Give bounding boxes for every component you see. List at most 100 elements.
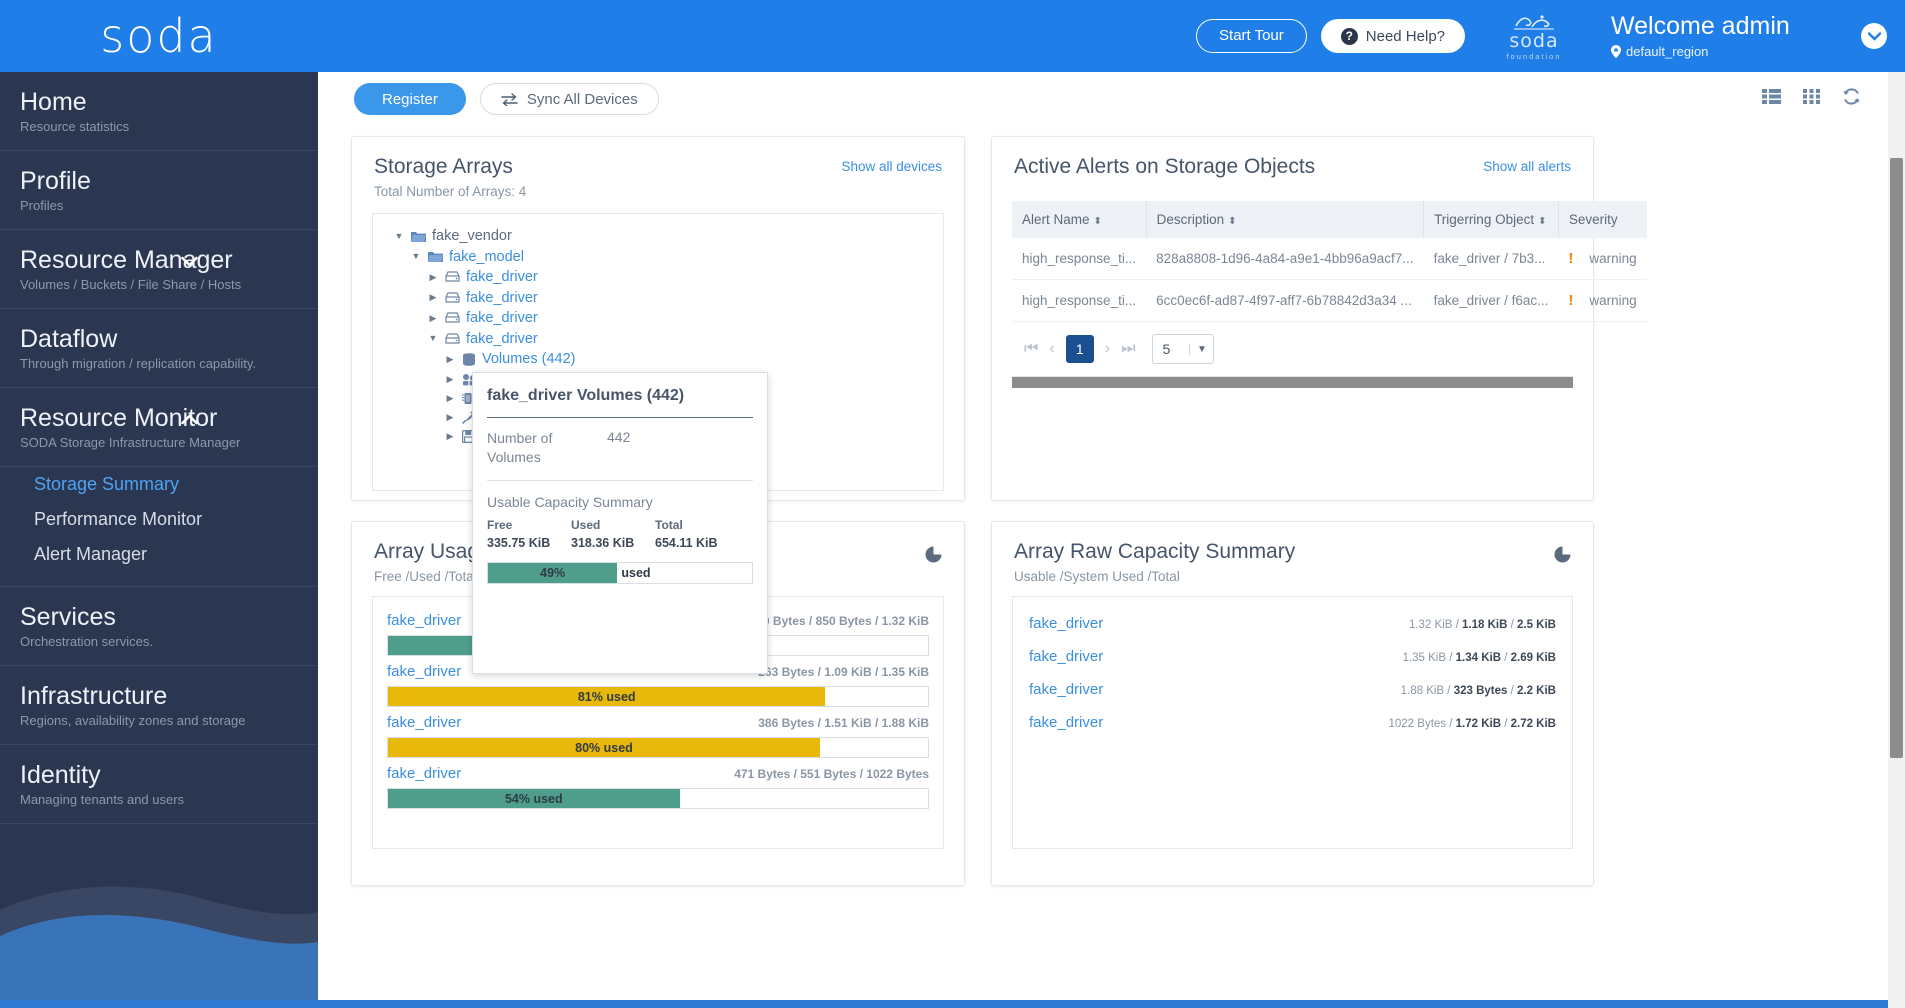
bottom-accent-strip bbox=[0, 1000, 1905, 1008]
alert-object-cell[interactable]: fake_driver / 7b3... bbox=[1423, 238, 1559, 280]
tooltip-used-label: Used bbox=[571, 517, 601, 532]
alert-object-cell[interactable]: fake_driver / f6ac... bbox=[1423, 279, 1559, 322]
raw-array-name[interactable]: fake_driver bbox=[1029, 681, 1401, 698]
tree-expand-icon[interactable]: ▶ bbox=[444, 412, 456, 422]
tree-node-label[interactable]: Volumes (442) bbox=[482, 352, 576, 367]
user-menu-chevron-down-icon[interactable] bbox=[1861, 23, 1887, 49]
need-help-button[interactable]: ? Need Help? bbox=[1320, 19, 1465, 53]
tree-node[interactable]: ▶ fake_driver bbox=[383, 308, 933, 329]
alerts-column-header[interactable]: Description ⬍ bbox=[1146, 201, 1425, 238]
sidebar-item-identity[interactable]: Identity Managing tenants and users bbox=[0, 745, 318, 824]
folder-open-icon bbox=[428, 250, 443, 263]
sync-all-devices-button[interactable]: Sync All Devices bbox=[479, 83, 659, 115]
tree-expand-icon[interactable]: ▶ bbox=[444, 393, 456, 403]
sidebar-item-performance-monitor[interactable]: Performance Monitor bbox=[0, 502, 318, 537]
raw-array-name[interactable]: fake_driver bbox=[1029, 714, 1389, 731]
tree-node-label[interactable]: fake_driver bbox=[466, 311, 538, 326]
tree-node-label[interactable]: fake_driver bbox=[466, 290, 538, 306]
usage-progress-bar: 54% used bbox=[387, 788, 929, 809]
array-icon bbox=[445, 271, 460, 283]
pie-chart-icon[interactable] bbox=[1554, 546, 1571, 568]
sidebar-item-dataflow[interactable]: Dataflow Through migration / replication … bbox=[0, 309, 318, 388]
sidebar-item-infrastructure[interactable]: Infrastructure Regions, availability zone… bbox=[0, 666, 318, 745]
usage-array-name[interactable]: fake_driver bbox=[387, 765, 734, 782]
tree-node[interactable]: ▼ fake_model bbox=[383, 247, 933, 268]
status-badge: warning bbox=[1589, 293, 1637, 308]
table-row[interactable]: high_response_ti... 6cc0ec6f-ad87-4f97-af… bbox=[1012, 279, 1647, 322]
tree-node-label[interactable]: fake_driver bbox=[466, 331, 538, 347]
sidebar-item-resource-manager[interactable]: Resource Manager Volumes / Buckets / File… bbox=[0, 230, 318, 309]
sidebar-item-alert-manager[interactable]: Alert Manager bbox=[0, 537, 318, 572]
page-size-select[interactable]: 5 ▼ bbox=[1152, 334, 1215, 364]
raw-capacity-row: fake_driver 1.35 KiB / 1.34 KiB / 2.69 Ki… bbox=[1029, 640, 1556, 673]
tree-node-label[interactable]: fake_model bbox=[449, 249, 524, 265]
tree-expand-icon[interactable]: ▶ bbox=[427, 313, 439, 323]
brand-logo[interactable]: soda bbox=[0, 9, 318, 63]
alerts-column-header[interactable]: Trigerring Object ⬍ bbox=[1423, 201, 1559, 238]
sidebar-item-services[interactable]: Services Orchestration services. bbox=[0, 587, 318, 666]
sidebar-items-list: Home Resource statistics Profile Profiles Re… bbox=[0, 72, 318, 824]
chevron-down-icon[interactable] bbox=[181, 254, 198, 271]
tree-collapse-icon[interactable]: ▼ bbox=[427, 334, 439, 343]
alert-name-cell[interactable]: high_response_ti... bbox=[1012, 279, 1147, 322]
tree-node[interactable]: ▶ fake_driver bbox=[383, 288, 933, 309]
table-row[interactable]: high_response_ti... 828a8808-1d96-4a84-a9… bbox=[1012, 238, 1647, 280]
alert-name-cell[interactable]: high_response_ti... bbox=[1012, 238, 1147, 280]
tree-expand-icon[interactable]: ▶ bbox=[444, 354, 456, 364]
tree-collapse-icon[interactable]: ▼ bbox=[393, 231, 405, 241]
tooltip-free-value: 335.75 KiB bbox=[487, 535, 551, 550]
tree-expand-icon[interactable]: ▶ bbox=[444, 374, 456, 384]
tree-collapse-icon[interactable]: ▼ bbox=[410, 252, 422, 261]
view-controls bbox=[1762, 88, 1905, 110]
tooltip-used-block: Used 318.36 KiB bbox=[571, 518, 655, 550]
alerts-table-wrapper: Alert Name ⬍ Description ⬍ Trigerring Object… bbox=[1012, 201, 1647, 388]
start-tour-button[interactable]: Start Tour bbox=[1196, 19, 1307, 53]
sidebar-item-label: Home bbox=[20, 88, 87, 116]
next-page-icon[interactable]: › bbox=[1105, 340, 1110, 358]
tree-node[interactable]: ▶ fake_driver bbox=[383, 267, 933, 288]
sort-icon[interactable]: ⬍ bbox=[1094, 216, 1102, 227]
tooltip-total-block: Total 654.11 KiB bbox=[655, 518, 739, 550]
warning-exclamation-icon: ! bbox=[1568, 292, 1574, 309]
tooltip-capacity-values: Free 335.75 KiB Used 318.36 KiB Total 65… bbox=[473, 510, 767, 550]
sidebar-item-sublabel: SODA Storage Infrastructure Manager bbox=[20, 435, 241, 450]
tree-node-label[interactable]: fake_vendor bbox=[432, 229, 512, 244]
refresh-icon[interactable] bbox=[1842, 88, 1861, 110]
show-all-devices-link[interactable]: Show all devices bbox=[841, 159, 942, 174]
usage-array-name[interactable]: fake_driver bbox=[387, 714, 758, 731]
page-number-1[interactable]: 1 bbox=[1065, 335, 1094, 363]
alerts-horizontal-scrollbar[interactable] bbox=[1012, 377, 1573, 388]
chevron-up-icon[interactable] bbox=[181, 412, 198, 429]
alerts-column-header[interactable]: Alert Name ⬍ bbox=[1012, 201, 1147, 238]
dolphin-wave-icon bbox=[1514, 14, 1554, 30]
register-button[interactable]: Register bbox=[354, 83, 466, 115]
sidebar-item-profile[interactable]: Profile Profiles bbox=[0, 151, 318, 230]
sort-icon[interactable]: ⬍ bbox=[1538, 216, 1546, 227]
first-page-icon[interactable]: ⏮ bbox=[1024, 340, 1038, 358]
grid-view-icon[interactable] bbox=[1803, 89, 1820, 109]
pie-chart-icon[interactable] bbox=[925, 546, 942, 568]
sidebar-item-home[interactable]: Home Resource statistics bbox=[0, 72, 318, 151]
tree-expand-icon[interactable]: ▶ bbox=[427, 293, 439, 302]
tooltip-volume-count-value: 442 bbox=[607, 429, 631, 445]
tree-expand-icon[interactable]: ▶ bbox=[427, 272, 439, 282]
show-all-alerts-link[interactable]: Show all alerts bbox=[1483, 159, 1571, 174]
alerts-column-header[interactable]: Severity bbox=[1558, 201, 1647, 238]
raw-array-name[interactable]: fake_driver bbox=[1029, 615, 1409, 632]
raw-array-name[interactable]: fake_driver bbox=[1029, 648, 1403, 665]
last-page-icon[interactable]: ⏭ bbox=[1121, 340, 1135, 358]
tree-node-label[interactable]: fake_driver bbox=[466, 270, 538, 285]
sidebar-item-resource-monitor[interactable]: Resource Monitor SODA Storage Infrastruct… bbox=[0, 388, 318, 467]
tree-node[interactable]: ▶ Volumes (442) bbox=[383, 349, 933, 370]
sidebar-item-label: Resource Monitor bbox=[20, 404, 218, 432]
sort-icon[interactable]: ⬍ bbox=[1228, 216, 1236, 227]
page-vertical-scrollbar[interactable] bbox=[1888, 72, 1905, 1008]
tree-node[interactable]: ▼ fake_vendor bbox=[383, 226, 933, 247]
tree-node[interactable]: ▼ fake_driver bbox=[383, 329, 933, 350]
tree-expand-icon[interactable]: ▶ bbox=[444, 431, 456, 441]
list-view-icon[interactable] bbox=[1762, 89, 1781, 109]
alert-description-cell: 828a8808-1d96-4a84-a9e1-4bb96a9acf7... bbox=[1146, 238, 1424, 280]
page-scrollbar-thumb[interactable] bbox=[1890, 158, 1903, 758]
sidebar-item-storage-summary[interactable]: Storage Summary bbox=[0, 467, 318, 502]
prev-page-icon[interactable]: ‹ bbox=[1049, 340, 1054, 358]
